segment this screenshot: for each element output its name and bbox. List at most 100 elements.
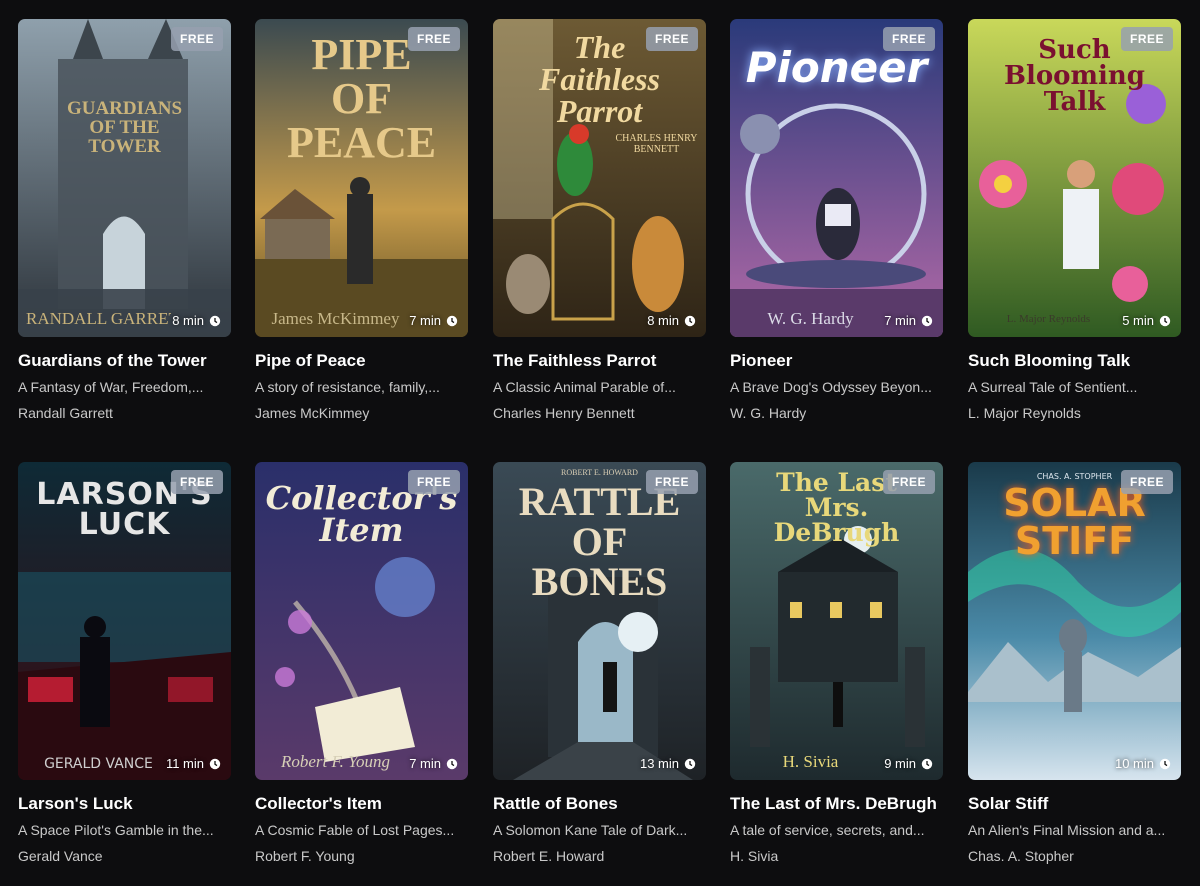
book-card[interactable]: Such Blooming Talk L. Major Reynolds FRE… (968, 19, 1181, 421)
book-title[interactable]: The Faithless Parrot (493, 351, 706, 371)
book-description: A Space Pilot's Gamble in the... (18, 822, 214, 838)
book-title[interactable]: Pipe of Peace (255, 351, 468, 371)
book-description: A story of resistance, family,... (255, 379, 440, 395)
clock-icon (684, 315, 696, 326)
cover-title: RATTLE OF BONES (518, 479, 681, 604)
cover-author: L. Major Reynolds (1006, 313, 1091, 325)
book-title[interactable]: Collector's Item (255, 794, 468, 814)
book-author[interactable]: W. G. Hardy (730, 405, 943, 421)
book-title[interactable]: The Last of Mrs. DeBrugh (730, 794, 943, 814)
book-description: A tale of service, secrets, and... (730, 822, 925, 838)
book-cover[interactable]: SOLAR STIFF CHAS. A. STOPHER FREE 10 min (968, 462, 1181, 780)
cover-title: SOLAR STIFF (1003, 481, 1146, 563)
book-card[interactable]: GUARDIANS OF THE TOWER RANDALL GARRETT F… (18, 19, 231, 421)
book-author[interactable]: James McKimmey (255, 405, 468, 421)
cover-author: CHARLES HENRY BENNETT (615, 133, 698, 155)
duration: 7 min (884, 313, 933, 328)
book-cover[interactable]: The Last Mrs. DeBrugh H. Sivia FREE 9 mi… (730, 462, 943, 780)
clock-icon (446, 758, 458, 769)
book-cover[interactable]: PIPE OF PEACE James McKimmey FREE 7 min (255, 19, 468, 337)
free-badge: FREE (170, 470, 223, 494)
book-cover[interactable]: Pioneer W. G. Hardy FREE 7 min (730, 19, 943, 337)
book-card[interactable]: The Faithless Parrot CHARLES HENRY BENNE… (493, 19, 706, 421)
duration-label: 7 min (409, 313, 441, 328)
book-author[interactable]: Robert F. Young (255, 848, 468, 864)
clock-icon (684, 758, 696, 769)
book-cover[interactable]: Such Blooming Talk L. Major Reynolds FRE… (968, 19, 1181, 337)
clock-icon (1159, 758, 1171, 769)
duration: 7 min (409, 756, 458, 771)
duration-label: 8 min (647, 313, 679, 328)
book-author[interactable]: L. Major Reynolds (968, 405, 1181, 421)
book-cover[interactable]: RATTLE OF BONES ROBERT E. HOWARD FREE 13… (493, 462, 706, 780)
duration-label: 7 min (884, 313, 916, 328)
book-author[interactable]: Chas. A. Stopher (968, 848, 1181, 864)
duration-label: 7 min (409, 756, 441, 771)
duration: 5 min (1122, 313, 1171, 328)
clock-icon (209, 758, 221, 769)
book-description: A Solomon Kane Tale of Dark... (493, 822, 688, 838)
cover-author: Robert F. Young (280, 752, 391, 771)
clock-icon (1159, 315, 1171, 326)
duration-label: 8 min (172, 313, 204, 328)
cover-title: PIPE OF PEACE (286, 30, 437, 167)
book-card[interactable]: The Last Mrs. DeBrugh H. Sivia FREE 9 mi… (730, 462, 943, 864)
book-card[interactable]: PIPE OF PEACE James McKimmey FREE 7 min … (255, 19, 468, 421)
duration-label: 5 min (1122, 313, 1154, 328)
duration: 10 min (1115, 756, 1171, 771)
book-title[interactable]: Pioneer (730, 351, 943, 371)
duration: 8 min (647, 313, 696, 328)
free-badge: FREE (882, 470, 935, 494)
free-badge: FREE (1120, 27, 1173, 51)
clock-icon (921, 758, 933, 769)
duration: 11 min (166, 756, 221, 771)
book-author[interactable]: Gerald Vance (18, 848, 231, 864)
book-description: A Cosmic Fable of Lost Pages... (255, 822, 455, 838)
book-card[interactable]: Pioneer W. G. Hardy FREE 7 min Pioneer A… (730, 19, 943, 421)
clock-icon (921, 315, 933, 326)
free-badge: FREE (645, 470, 698, 494)
book-author[interactable]: Robert E. Howard (493, 848, 706, 864)
book-card[interactable]: RATTLE OF BONES ROBERT E. HOWARD FREE 13… (493, 462, 706, 864)
book-description: An Alien's Final Mission and a... (968, 822, 1166, 838)
duration-label: 11 min (165, 756, 204, 771)
duration-label: 10 min (1114, 756, 1154, 771)
book-title[interactable]: Larson's Luck (18, 794, 231, 814)
cover-title: Pioneer (745, 43, 928, 92)
cover-author: W. G. Hardy (767, 309, 854, 328)
clock-icon (446, 315, 458, 326)
book-card[interactable]: LARSON'S LUCK GERALD VANCE FREE 11 min L… (18, 462, 231, 864)
book-description: A Brave Dog's Odyssey Beyon... (730, 379, 932, 395)
free-badge: FREE (170, 27, 223, 51)
duration: 13 min (640, 756, 696, 771)
free-badge: FREE (407, 470, 460, 494)
duration: 7 min (409, 313, 458, 328)
duration: 8 min (172, 313, 221, 328)
book-cover[interactable]: GUARDIANS OF THE TOWER RANDALL GARRETT F… (18, 19, 231, 337)
book-title[interactable]: Solar Stiff (968, 794, 1181, 814)
cover-author: H. Sivia (782, 752, 839, 771)
cover-art (18, 19, 231, 337)
duration-label: 13 min (639, 756, 679, 771)
book-author[interactable]: Charles Henry Bennett (493, 405, 706, 421)
book-author[interactable]: H. Sivia (730, 848, 943, 864)
book-description: A Classic Animal Parable of... (493, 379, 676, 395)
book-cover[interactable]: LARSON'S LUCK GERALD VANCE FREE 11 min (18, 462, 231, 780)
book-title[interactable]: Guardians of the Tower (18, 351, 231, 371)
duration: 9 min (884, 756, 933, 771)
cover-title: GUARDIANS OF THE TOWER (66, 98, 183, 157)
book-grid: GUARDIANS OF THE TOWER RANDALL GARRETT F… (0, 0, 1200, 886)
cover-author: GERALD VANCE (44, 756, 153, 772)
book-cover[interactable]: Collector's Item Robert F. Young FREE 7 … (255, 462, 468, 780)
free-badge: FREE (1120, 470, 1173, 494)
book-title[interactable]: Rattle of Bones (493, 794, 706, 814)
book-title[interactable]: Such Blooming Talk (968, 351, 1181, 371)
book-cover[interactable]: The Faithless Parrot CHARLES HENRY BENNE… (493, 19, 706, 337)
book-card[interactable]: SOLAR STIFF CHAS. A. STOPHER FREE 10 min… (968, 462, 1181, 864)
free-badge: FREE (645, 27, 698, 51)
book-author[interactable]: Randall Garrett (18, 405, 231, 421)
cover-author: James McKimmey (271, 309, 400, 328)
duration-label: 9 min (884, 756, 916, 771)
book-card[interactable]: Collector's Item Robert F. Young FREE 7 … (255, 462, 468, 864)
free-badge: FREE (407, 27, 460, 51)
